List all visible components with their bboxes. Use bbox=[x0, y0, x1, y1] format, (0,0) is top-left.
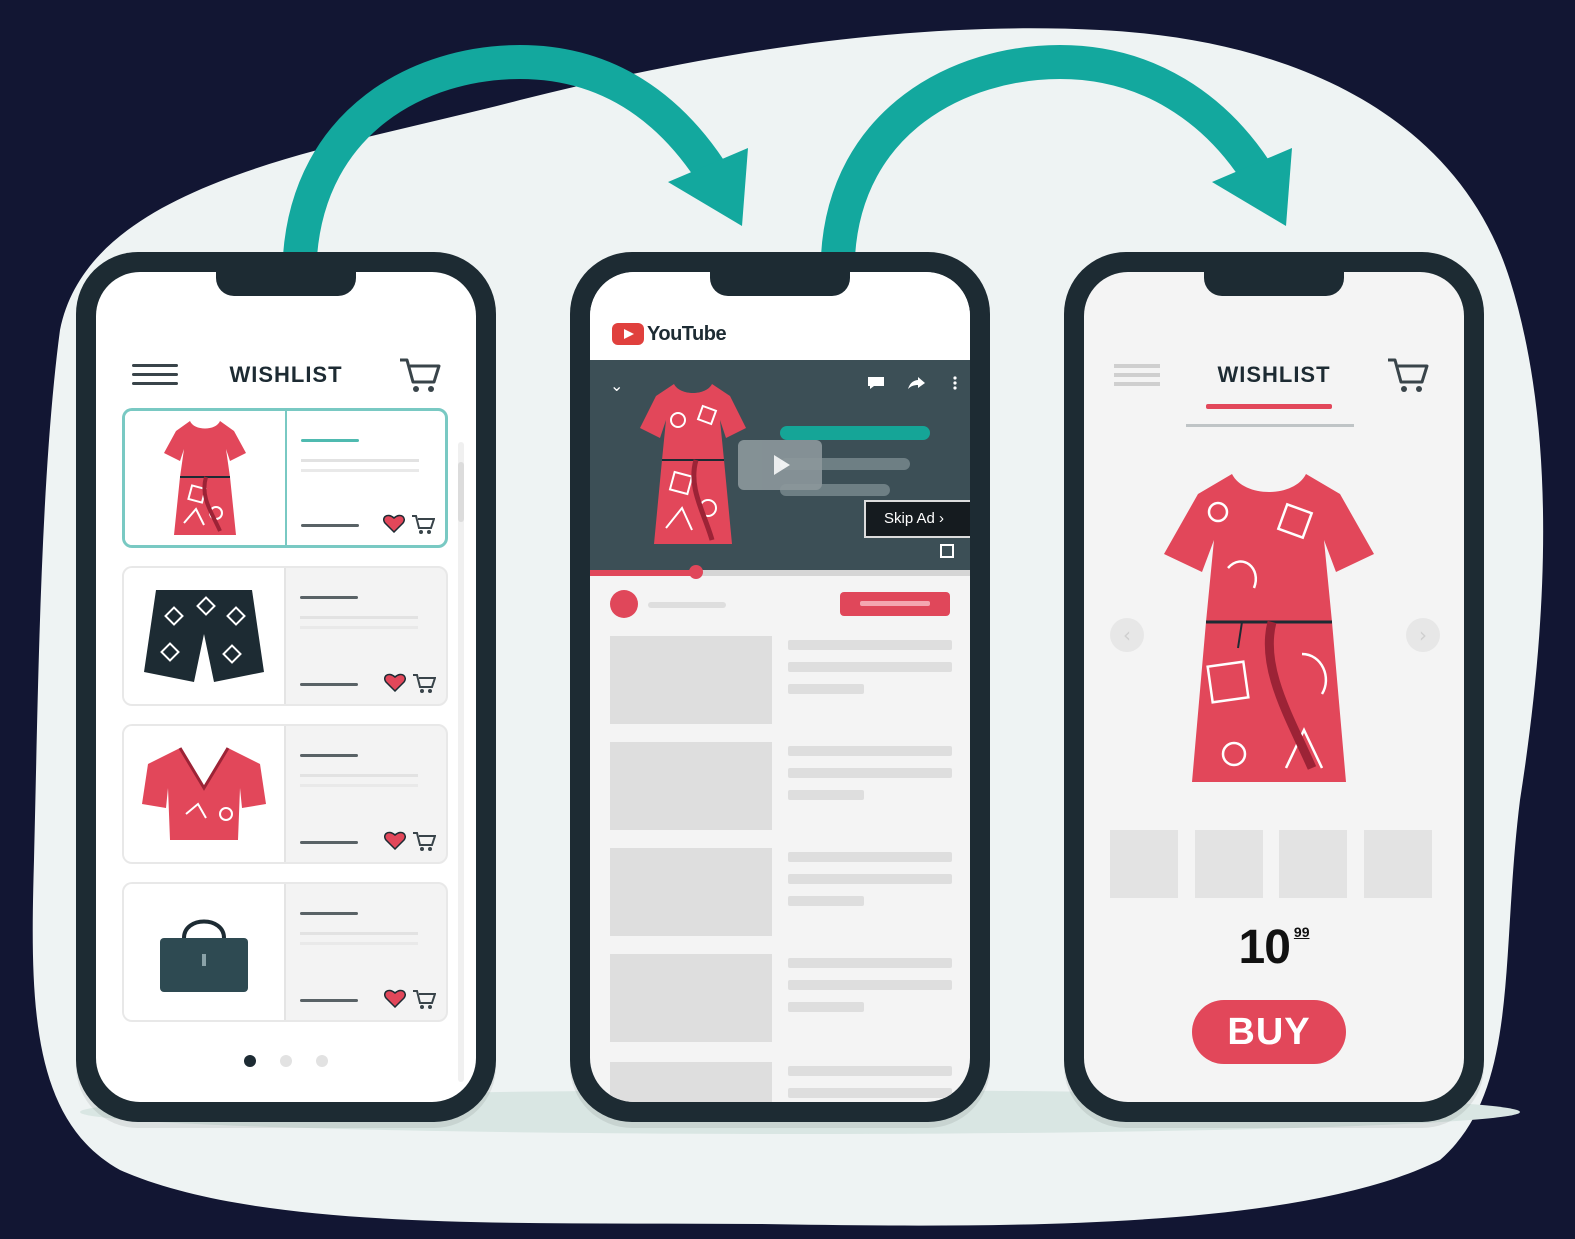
phone-youtube: YouTube ⌄ Skip Ad › bbox=[570, 252, 990, 1122]
subscribe-button[interactable] bbox=[840, 592, 950, 616]
heart-icon[interactable] bbox=[384, 830, 406, 850]
progress-scrubber[interactable] bbox=[689, 565, 704, 579]
header-divider bbox=[1186, 424, 1354, 427]
wishlist-item-handbag[interactable] bbox=[122, 882, 448, 1022]
page-dot[interactable] bbox=[280, 1055, 292, 1067]
wishlist-item-dress[interactable] bbox=[122, 408, 448, 548]
add-to-cart-icon[interactable] bbox=[412, 988, 436, 1010]
blouse-icon bbox=[142, 747, 266, 840]
item-text-placeholder bbox=[300, 626, 418, 629]
item-thumbnail bbox=[125, 411, 287, 545]
add-to-cart-icon[interactable] bbox=[411, 513, 435, 535]
item-text-placeholder bbox=[300, 784, 418, 787]
price-cents: 99 bbox=[1293, 924, 1310, 940]
item-text-placeholder bbox=[301, 459, 419, 462]
next-image-button[interactable]: › bbox=[1406, 618, 1440, 652]
scrollbar[interactable] bbox=[458, 442, 464, 1082]
youtube-logo[interactable]: YouTube bbox=[612, 322, 727, 346]
skip-ad-button[interactable]: Skip Ad › bbox=[864, 500, 970, 538]
wishlist-list bbox=[122, 408, 448, 1040]
heart-icon[interactable] bbox=[384, 988, 406, 1008]
cart-icon[interactable] bbox=[1386, 354, 1430, 394]
item-title-placeholder bbox=[300, 596, 358, 599]
item-price-placeholder bbox=[300, 683, 358, 686]
item-thumbnail bbox=[124, 884, 286, 1020]
wishlist-header: WISHLIST bbox=[96, 352, 476, 392]
add-to-cart-icon[interactable] bbox=[412, 672, 436, 694]
add-to-cart-icon[interactable] bbox=[412, 830, 436, 852]
heart-icon[interactable] bbox=[383, 513, 405, 533]
pagination-dots bbox=[96, 1054, 476, 1072]
play-button[interactable] bbox=[738, 440, 822, 490]
item-title-placeholder bbox=[301, 439, 359, 442]
item-text-placeholder bbox=[300, 774, 418, 777]
shorts-icon bbox=[144, 590, 264, 682]
active-tab-indicator bbox=[1206, 404, 1332, 409]
dress-icon bbox=[1164, 474, 1374, 782]
wishlist-item-shorts[interactable] bbox=[122, 566, 448, 706]
related-video[interactable] bbox=[610, 954, 952, 1042]
phone-wishlist: WISHLIST bbox=[76, 252, 496, 1122]
fullscreen-icon[interactable] bbox=[940, 544, 954, 558]
item-price-placeholder bbox=[300, 841, 358, 844]
phone-notch bbox=[1204, 252, 1344, 296]
share-icon[interactable] bbox=[906, 376, 926, 390]
related-video[interactable] bbox=[610, 636, 952, 724]
product-thumbnail[interactable] bbox=[1363, 830, 1432, 898]
channel-avatar[interactable] bbox=[610, 590, 638, 618]
related-video[interactable] bbox=[610, 848, 952, 936]
product-screen: WISHLIST ‹ › 10 99 BUY bbox=[1084, 272, 1464, 1102]
youtube-logo-text: YouTube bbox=[647, 322, 727, 345]
product-header: WISHLIST bbox=[1084, 352, 1464, 392]
video-player[interactable]: ⌄ Skip Ad › bbox=[590, 360, 970, 572]
comment-icon[interactable] bbox=[866, 376, 886, 390]
product-thumbnail[interactable] bbox=[1279, 830, 1348, 898]
cart-icon[interactable] bbox=[398, 354, 442, 394]
wishlist-item-blouse[interactable] bbox=[122, 724, 448, 864]
dress-icon bbox=[640, 384, 746, 544]
item-text-placeholder bbox=[300, 616, 418, 619]
item-thumbnail bbox=[124, 568, 286, 704]
youtube-screen: YouTube ⌄ Skip Ad › bbox=[590, 272, 970, 1102]
item-title-placeholder bbox=[300, 754, 358, 757]
more-options-icon[interactable] bbox=[952, 376, 958, 390]
phone-notch bbox=[216, 252, 356, 296]
item-title-placeholder bbox=[300, 912, 358, 915]
buy-button[interactable]: BUY bbox=[1192, 1000, 1346, 1064]
youtube-play-icon bbox=[612, 323, 644, 345]
item-text-placeholder bbox=[300, 932, 418, 935]
item-text-placeholder bbox=[301, 469, 419, 472]
collapse-arrow-icon[interactable]: ⌄ bbox=[610, 376, 623, 395]
item-text-placeholder bbox=[300, 942, 418, 945]
item-thumbnail bbox=[124, 726, 286, 862]
previous-image-button[interactable]: ‹ bbox=[1110, 618, 1144, 652]
wishlist-screen: WISHLIST bbox=[96, 272, 476, 1102]
product-thumbnail[interactable] bbox=[1110, 830, 1178, 898]
channel-name-placeholder bbox=[648, 602, 726, 608]
product-price: 10 99 bbox=[1084, 920, 1464, 975]
progress-fill bbox=[590, 570, 697, 576]
related-video[interactable] bbox=[610, 742, 952, 830]
product-thumbnails bbox=[1110, 830, 1432, 898]
heart-icon[interactable] bbox=[384, 672, 406, 692]
product-thumbnail[interactable] bbox=[1194, 830, 1263, 898]
item-price-placeholder bbox=[301, 524, 359, 527]
phone-product: WISHLIST ‹ › 10 99 BUY bbox=[1064, 252, 1484, 1122]
video-title-placeholder bbox=[780, 426, 930, 440]
related-video[interactable] bbox=[610, 1062, 952, 1102]
page-dot[interactable] bbox=[316, 1055, 329, 1067]
item-price-placeholder bbox=[300, 999, 358, 1002]
price-main: 10 bbox=[1238, 921, 1291, 974]
phone-notch bbox=[710, 252, 850, 296]
handbag-icon bbox=[160, 919, 248, 992]
dress-icon bbox=[164, 421, 246, 535]
page-dot-active[interactable] bbox=[243, 1055, 256, 1067]
video-progress-bar[interactable] bbox=[590, 565, 970, 579]
